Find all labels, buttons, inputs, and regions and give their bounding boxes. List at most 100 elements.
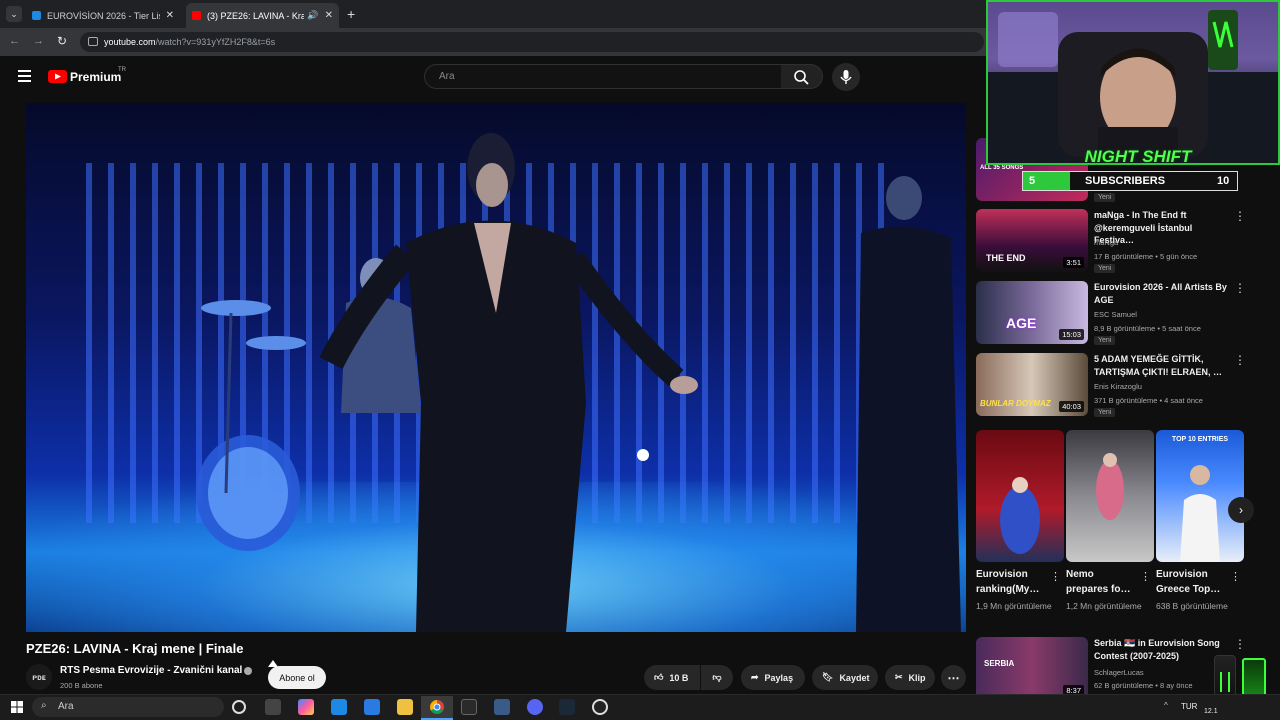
video-meta: 62 B görüntüleme • 8 ay önce — [1094, 681, 1193, 690]
mail-icon[interactable] — [364, 699, 380, 715]
site-info-icon[interactable] — [88, 37, 98, 46]
more-options-icon[interactable]: ⋮ — [1140, 570, 1151, 583]
clock[interactable]: 12.1 — [1204, 708, 1218, 715]
video-thumbnail[interactable]: AGE 15:03 — [976, 281, 1088, 344]
more-options-icon[interactable]: ⋮ — [1234, 353, 1246, 367]
youtube-logo-icon[interactable] — [48, 70, 67, 83]
video-thumbnail[interactable]: THE END 3:51 — [976, 209, 1088, 272]
channel-name[interactable]: maNga — [1094, 238, 1118, 247]
recommendation-item[interactable]: THE END 3:51 maNga - In The End ft @kere… — [976, 209, 1276, 273]
input-language[interactable]: TUR — [1181, 702, 1197, 711]
tab-youtube-video[interactable]: (3) PZE26: LAVINA - Kraj me 🔊 ✕ — [186, 3, 339, 28]
more-options-icon[interactable]: ⋮ — [1234, 637, 1246, 651]
short-title[interactable]: Nemo prepares fo… — [1066, 568, 1136, 597]
search-input[interactable]: Ara — [424, 64, 782, 89]
audio-playing-icon[interactable]: 🔊 — [307, 10, 318, 21]
channel-name[interactable]: Enis Kirazoglu — [1094, 382, 1142, 391]
screen: { "browser": { "tabs": [ {"label": "EURO… — [0, 0, 1280, 720]
subscribe-button[interactable]: Abone ol — [268, 666, 326, 689]
tab-eurovision-tier-list[interactable]: EUROVİSİON 2026 - Tier List, K ✕ — [26, 3, 180, 28]
discord-icon[interactable] — [527, 699, 543, 715]
new-tab-button[interactable]: + — [347, 6, 355, 22]
close-tab-icon[interactable]: ✕ — [325, 10, 333, 21]
clip-button[interactable]: ✂ Klip — [885, 665, 935, 690]
app-icon[interactable] — [331, 699, 347, 715]
short-title[interactable]: Eurovision ranking(My… — [976, 568, 1046, 597]
channel-name[interactable]: ESC Samuel — [1094, 310, 1137, 319]
new-badge: Yeni — [1094, 408, 1116, 417]
more-options-icon[interactable]: ⋮ — [1230, 570, 1241, 583]
app-icon[interactable] — [494, 699, 510, 715]
reload-icon[interactable]: ↻ — [57, 34, 67, 48]
chrome-taskbar-button[interactable] — [421, 696, 453, 720]
short-views: 1,2 Mn görüntüleme — [1066, 601, 1142, 611]
recommendation-item[interactable]: BUNLAR DOYMAZ 40:03 5 ADAM YEMEĞE GİTTİK… — [976, 353, 1276, 417]
video-player[interactable] — [26, 103, 966, 632]
tab-search-button[interactable]: ⌄ — [6, 6, 22, 22]
back-arrow-icon[interactable]: ← — [9, 35, 20, 47]
mouse-cursor-icon — [268, 660, 278, 667]
cortana-icon[interactable] — [232, 700, 246, 714]
short-thumbnail[interactable] — [1066, 430, 1154, 562]
thumbs-up-icon: 👍︎ — [654, 672, 664, 682]
stream-banner: NIGHT SHIFT — [1084, 147, 1192, 165]
more-actions-button[interactable]: ⋯ — [941, 665, 966, 690]
share-button[interactable]: ➦ Paylaş — [741, 665, 805, 690]
webcam-overlay: NIGHT SHIFT — [986, 0, 1280, 165]
short-thumbnail[interactable]: TOP 10 ENTRIES — [1156, 430, 1244, 562]
store-icon[interactable] — [461, 699, 477, 715]
more-options-icon[interactable]: ⋮ — [1234, 281, 1246, 295]
short-views: 1,9 Mn görüntüleme — [976, 601, 1052, 611]
scissors-icon: ✂ — [895, 672, 903, 682]
subscriber-goal-bar: 5 SUBSCRIBERS 10 — [1022, 171, 1238, 191]
copilot-icon[interactable] — [298, 699, 314, 715]
streamer-webcam-feed — [988, 10, 1278, 163]
video-title: PZE26: LAVINA - Kraj mene | Finale — [26, 641, 244, 656]
short-title[interactable]: Eurovision Greece Top… — [1156, 568, 1226, 597]
forward-arrow-icon[interactable]: → — [33, 35, 44, 47]
dislike-button[interactable]: 👎︎ — [701, 665, 733, 690]
search-button[interactable] — [781, 64, 823, 89]
video-title[interactable]: Serbia 🇷🇸 in Eurovision Song Contest (20… — [1094, 637, 1230, 662]
channel-name[interactable]: SchlagerLucas — [1094, 668, 1144, 677]
video-meta: 371 B görüntüleme • 4 saat önce — [1094, 396, 1203, 405]
video-meta: 8,9 B görüntüleme • 5 saat önce — [1094, 324, 1201, 333]
address-bar[interactable]: youtube.com/watch?v=931yYfZH2F8&t=6s — [80, 32, 984, 52]
channel-name[interactable]: RTS Pesma Evrovizije - Zvanični kanal — [60, 665, 242, 676]
search-icon: ⌕ — [41, 700, 47, 711]
bookmark-icon: 🔖︎ — [822, 672, 834, 682]
more-options-icon[interactable]: ⋮ — [1050, 570, 1061, 583]
obs-icon[interactable] — [592, 699, 608, 715]
verified-badge-icon — [244, 667, 252, 675]
shelf-next-button[interactable]: › — [1228, 497, 1254, 523]
video-frame-performers — [196, 133, 961, 632]
save-button[interactable]: 🔖︎ Kaydet — [812, 665, 878, 690]
youtube-premium-logo[interactable]: Premium — [70, 70, 121, 84]
channel-avatar[interactable]: ᴘᴅᴇ — [26, 664, 52, 690]
video-title[interactable]: 5 ADAM YEMEĞE GİTTİK, TARTIŞMA ÇIKTI! EL… — [1094, 353, 1230, 378]
video-thumbnail[interactable]: BUNLAR DOYMAZ 40:03 — [976, 353, 1088, 416]
menu-hamburger-icon[interactable] — [18, 70, 31, 82]
new-badge: Yeni — [1094, 336, 1116, 345]
video-meta: 17 B görüntüleme • 5 gün önce — [1094, 252, 1198, 261]
taskbar-search-input[interactable]: Ara — [32, 697, 224, 717]
recommendation-item[interactable]: AGE 15:03 Eurovision 2026 - All Artists … — [976, 281, 1276, 345]
new-badge: Yeni — [1094, 264, 1116, 273]
microphone-icon — [840, 70, 852, 84]
like-button[interactable]: 👍︎ 10 B — [644, 665, 700, 690]
share-arrow-icon: ➦ — [751, 672, 759, 682]
windows-start-icon[interactable] — [11, 701, 23, 713]
voice-search-button[interactable] — [832, 63, 860, 91]
thumbs-down-icon: 👎︎ — [712, 672, 722, 682]
more-options-icon[interactable]: ⋮ — [1234, 209, 1246, 223]
subscriber-count: 200 B abone — [60, 681, 103, 690]
steam-icon[interactable] — [559, 699, 575, 715]
file-explorer-icon[interactable] — [397, 699, 413, 715]
task-view-icon[interactable] — [265, 699, 281, 715]
region-code: TR — [118, 67, 126, 73]
short-thumbnail[interactable] — [976, 430, 1064, 562]
chevron-up-icon[interactable]: ^ — [1164, 701, 1168, 710]
close-tab-icon[interactable]: ✕ — [166, 10, 174, 21]
video-thumbnail[interactable]: SERBIA 8:37 — [976, 637, 1088, 700]
video-title[interactable]: Eurovision 2026 - All Artists By AGE — [1094, 281, 1230, 306]
